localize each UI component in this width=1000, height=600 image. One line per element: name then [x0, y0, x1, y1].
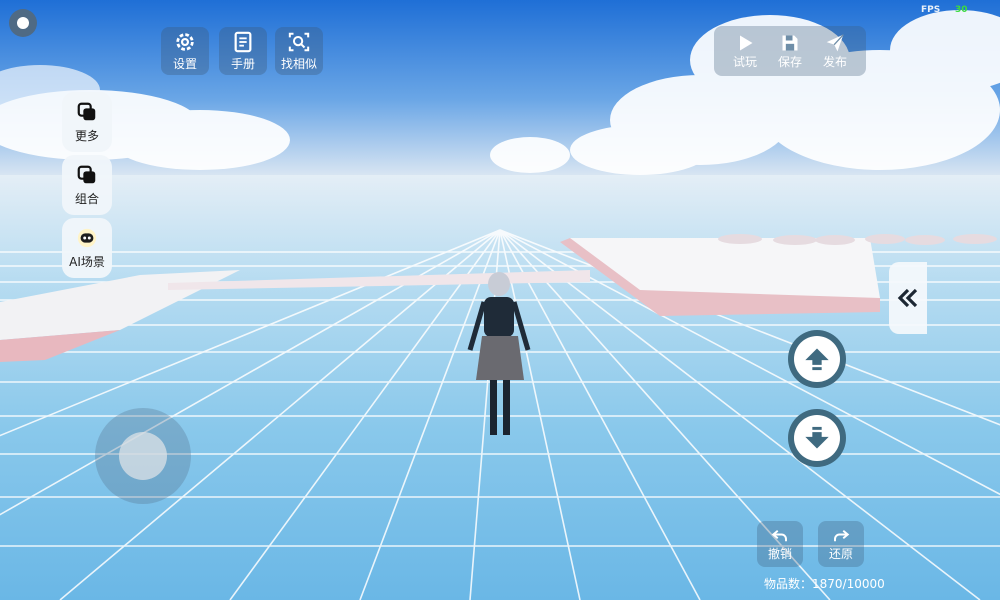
- test-play-button[interactable]: 试玩: [722, 26, 768, 76]
- circle-icon: [17, 17, 29, 29]
- redo-label: 还原: [828, 546, 853, 561]
- publish-button[interactable]: 发布: [812, 26, 858, 76]
- find-similar-icon: [288, 32, 310, 51]
- settings-label: 设置: [172, 56, 197, 71]
- combine-label: 组合: [74, 191, 99, 206]
- find-similar-button[interactable]: 找相似: [275, 27, 323, 75]
- joystick-knob[interactable]: [119, 432, 167, 480]
- game-scene: [0, 0, 1000, 600]
- top-right-toolbar: 试玩 保存 发布: [714, 26, 866, 76]
- fps-label: FPS: [921, 5, 941, 15]
- more-label: 更多: [74, 128, 99, 143]
- collapse-panel-button[interactable]: [889, 262, 927, 334]
- movement-joystick[interactable]: [95, 408, 191, 504]
- undo-label: 撤销: [767, 546, 792, 561]
- manual-icon: [234, 31, 252, 52]
- move-down-inner: [794, 415, 840, 461]
- manual-label: 手册: [230, 56, 255, 71]
- undo-button[interactable]: 撤销: [757, 521, 803, 567]
- undo-icon: [771, 529, 787, 541]
- arrow-down-icon: [805, 426, 829, 449]
- more-button[interactable]: 更多: [62, 92, 112, 152]
- move-up-button[interactable]: [788, 330, 846, 388]
- gear-icon: [176, 32, 194, 51]
- main-menu-button[interactable]: [9, 9, 37, 37]
- test-play-label: 试玩: [732, 54, 757, 69]
- save-button[interactable]: 保存: [767, 26, 813, 76]
- settings-button[interactable]: 设置: [161, 27, 209, 75]
- find-similar-label: 找相似: [280, 56, 317, 71]
- manual-button[interactable]: 手册: [219, 27, 267, 75]
- double-chevron-left-icon: [897, 288, 918, 308]
- play-icon: [740, 35, 753, 50]
- arrow-up-icon: [805, 348, 829, 371]
- fps-value: 30: [955, 5, 968, 15]
- move-down-button[interactable]: [788, 409, 846, 467]
- copy-icon: [77, 102, 96, 120]
- item-count: 物品数：1870/10000: [764, 577, 885, 591]
- save-icon: [782, 35, 798, 50]
- ai-robot-icon: [77, 228, 97, 247]
- save-label: 保存: [777, 54, 802, 69]
- combine-button[interactable]: 组合: [62, 155, 112, 215]
- publish-label: 发布: [822, 54, 847, 69]
- redo-icon: [834, 529, 850, 541]
- move-up-inner: [794, 336, 840, 382]
- ai-scene-button[interactable]: AI场景: [62, 218, 112, 278]
- publish-icon: [826, 33, 844, 51]
- redo-button[interactable]: 还原: [818, 521, 864, 567]
- ai-scene-label: AI场景: [69, 254, 105, 269]
- combine-icon: [77, 165, 96, 183]
